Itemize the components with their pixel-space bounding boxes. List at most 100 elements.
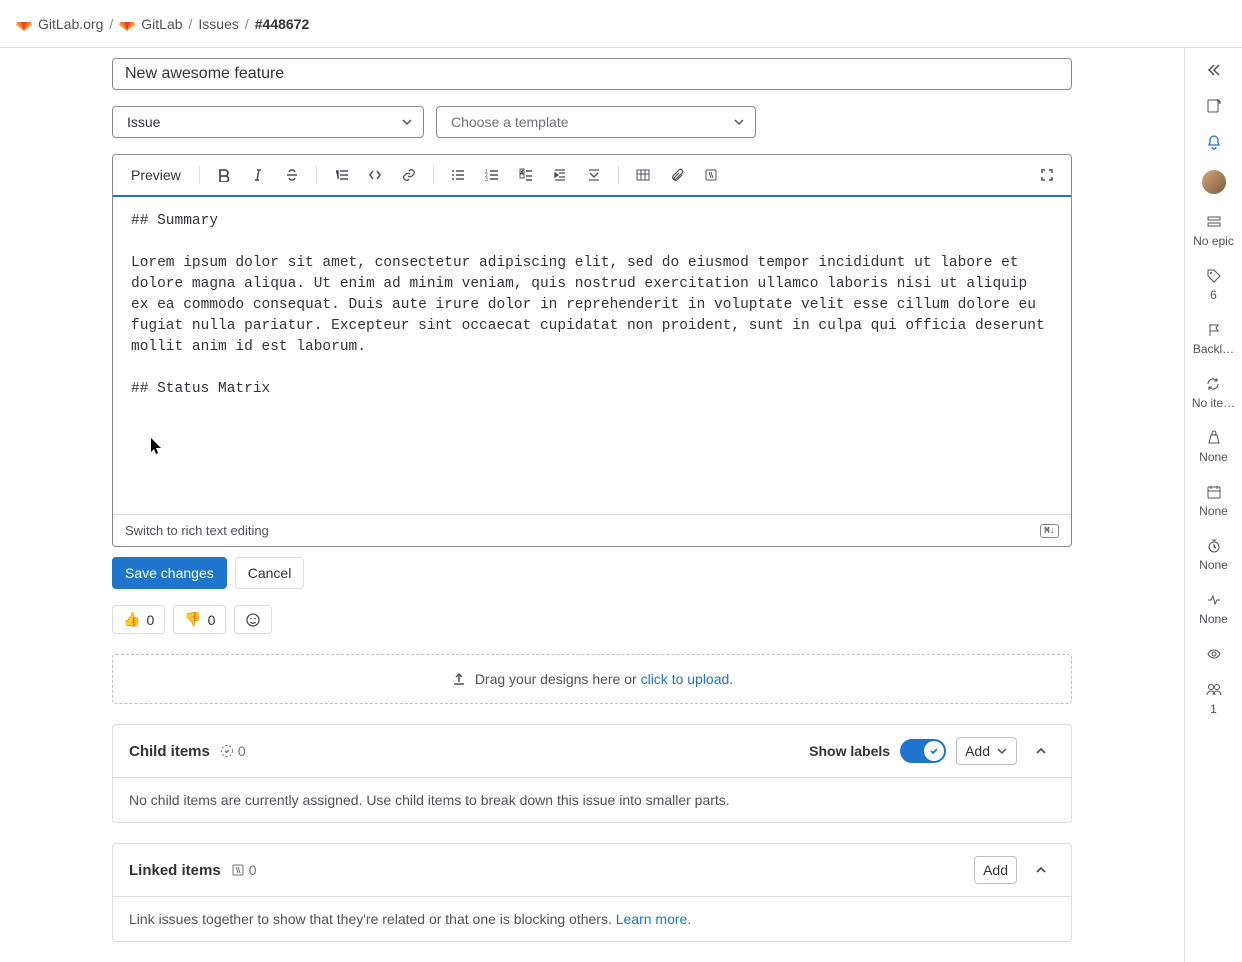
show-labels-toggle[interactable] bbox=[900, 739, 946, 763]
table-icon[interactable] bbox=[629, 161, 657, 189]
description-textarea[interactable] bbox=[113, 197, 1071, 511]
quote-icon[interactable] bbox=[327, 161, 355, 189]
task-completed-icon bbox=[220, 744, 234, 758]
issue-type-select[interactable]: Issue bbox=[112, 106, 424, 138]
thumbs-up-count: 0 bbox=[146, 612, 154, 628]
avatar bbox=[1202, 170, 1226, 194]
sidebar-todo[interactable]: + bbox=[1206, 98, 1222, 114]
add-linked-item-button[interactable]: Add bbox=[974, 856, 1017, 884]
calendar-icon bbox=[1206, 484, 1222, 500]
sidebar-health[interactable]: None bbox=[1199, 592, 1228, 626]
mouse-cursor-icon bbox=[150, 437, 164, 455]
upload-link[interactable]: click to upload bbox=[641, 671, 730, 687]
task-list-icon[interactable] bbox=[512, 161, 540, 189]
cancel-button[interactable]: Cancel bbox=[235, 557, 305, 589]
child-items-count-badge: 0 bbox=[220, 743, 246, 759]
template-select[interactable]: Choose a template bbox=[436, 106, 756, 138]
learn-more-link[interactable]: Learn more. bbox=[616, 911, 691, 927]
sidebar-due-date[interactable]: None bbox=[1199, 484, 1228, 518]
thumbs-down-icon: 👎 bbox=[184, 611, 201, 628]
sidebar-collapse-button[interactable] bbox=[1206, 62, 1222, 78]
sidebar-epic[interactable]: No epic bbox=[1193, 214, 1234, 248]
link-icon bbox=[231, 863, 245, 877]
attachment-icon[interactable] bbox=[663, 161, 691, 189]
child-items-title: Child items bbox=[129, 743, 210, 760]
code-icon[interactable] bbox=[361, 161, 389, 189]
bell-icon bbox=[1206, 134, 1222, 150]
child-items-panel: Child items 0 Show labels Add No child i… bbox=[112, 724, 1072, 823]
linked-items-body: Link issues together to show that they'r… bbox=[113, 896, 1071, 941]
linked-items-count-badge: 0 bbox=[231, 862, 257, 878]
sidebar-confidentiality[interactable] bbox=[1206, 646, 1222, 662]
bullet-list-icon[interactable] bbox=[444, 161, 472, 189]
clock-icon bbox=[1206, 538, 1222, 554]
linked-items-title: Linked items bbox=[129, 862, 221, 879]
sidebar-notifications[interactable] bbox=[1206, 134, 1222, 150]
sidebar-labels[interactable]: 6 bbox=[1206, 268, 1222, 302]
upload-icon bbox=[451, 671, 467, 687]
sidebar-milestone[interactable]: Backl… bbox=[1193, 322, 1234, 356]
gitlab-org-logo-icon bbox=[16, 16, 32, 32]
labels-icon bbox=[1206, 268, 1222, 284]
separator bbox=[433, 166, 434, 184]
editor-toolbar: Preview 123 bbox=[113, 155, 1071, 197]
todo-icon: + bbox=[1206, 98, 1222, 114]
details-icon[interactable] bbox=[580, 161, 608, 189]
issue-title-input[interactable] bbox=[112, 58, 1072, 90]
breadcrumb-org[interactable]: GitLab.org bbox=[38, 16, 103, 32]
issue-type-value: Issue bbox=[127, 114, 160, 130]
fullscreen-icon[interactable] bbox=[1033, 161, 1061, 189]
thumbs-up-reaction[interactable]: 👍 0 bbox=[112, 605, 165, 634]
chevron-double-left-icon bbox=[1206, 62, 1222, 78]
sidebar-participants[interactable]: 1 bbox=[1206, 682, 1222, 716]
link-icon[interactable] bbox=[395, 161, 423, 189]
breadcrumb: GitLab.org / GitLab / Issues / #448672 bbox=[0, 0, 1242, 48]
sidebar-iteration[interactable]: No ite… bbox=[1192, 376, 1235, 410]
switch-editor-mode[interactable]: Switch to rich text editing bbox=[125, 523, 269, 538]
collapse-button[interactable] bbox=[1027, 856, 1055, 884]
quick-action-icon[interactable] bbox=[697, 161, 725, 189]
weight-icon bbox=[1206, 430, 1222, 446]
separator: / bbox=[109, 16, 113, 32]
thumbs-down-reaction[interactable]: 👎 0 bbox=[173, 605, 226, 634]
breadcrumb-project[interactable]: GitLab bbox=[141, 16, 182, 32]
issue-sidebar: + No epic 6 Backl… No ite… None None Non… bbox=[1184, 48, 1242, 962]
child-items-body: No child items are currently assigned. U… bbox=[113, 777, 1071, 822]
indent-icon[interactable] bbox=[546, 161, 574, 189]
sidebar-assignee[interactable] bbox=[1202, 170, 1226, 194]
chevron-up-icon bbox=[1034, 744, 1048, 758]
show-labels-text: Show labels bbox=[809, 743, 890, 759]
chevron-down-icon bbox=[401, 116, 413, 128]
chevron-down-icon bbox=[996, 745, 1008, 757]
chevron-down-icon bbox=[733, 116, 745, 128]
check-icon bbox=[929, 746, 939, 756]
health-icon bbox=[1206, 592, 1222, 608]
add-child-item-button[interactable]: Add bbox=[956, 737, 1017, 765]
separator: / bbox=[189, 16, 193, 32]
svg-text:+: + bbox=[1217, 98, 1222, 106]
italic-icon[interactable] bbox=[244, 161, 272, 189]
thumbs-up-icon: 👍 bbox=[123, 611, 140, 628]
breadcrumb-section[interactable]: Issues bbox=[198, 16, 238, 32]
numbered-list-icon[interactable]: 123 bbox=[478, 161, 506, 189]
sidebar-weight[interactable]: None bbox=[1199, 430, 1228, 464]
upload-text: Drag your designs here or click to uploa… bbox=[475, 671, 733, 687]
thumbs-down-count: 0 bbox=[208, 612, 216, 628]
linked-items-panel: Linked items 0 Add Link issues together … bbox=[112, 843, 1072, 942]
save-button[interactable]: Save changes bbox=[112, 557, 227, 589]
eye-icon bbox=[1206, 646, 1222, 662]
participants-icon bbox=[1206, 682, 1222, 698]
markdown-badge-icon[interactable]: M↓ bbox=[1040, 524, 1059, 538]
strikethrough-icon[interactable] bbox=[278, 161, 306, 189]
add-reaction[interactable] bbox=[234, 605, 272, 634]
sidebar-time-tracking[interactable]: None bbox=[1199, 538, 1228, 572]
collapse-button[interactable] bbox=[1027, 737, 1055, 765]
epic-icon bbox=[1206, 214, 1222, 230]
preview-button[interactable]: Preview bbox=[123, 163, 189, 187]
design-upload-zone[interactable]: Drag your designs here or click to uploa… bbox=[112, 654, 1072, 704]
separator bbox=[618, 166, 619, 184]
breadcrumb-issue-id[interactable]: #448672 bbox=[255, 16, 310, 32]
bold-icon[interactable] bbox=[210, 161, 238, 189]
main-content: Issue Choose a template Preview 123 Swit… bbox=[0, 48, 1184, 962]
template-placeholder: Choose a template bbox=[451, 114, 569, 130]
